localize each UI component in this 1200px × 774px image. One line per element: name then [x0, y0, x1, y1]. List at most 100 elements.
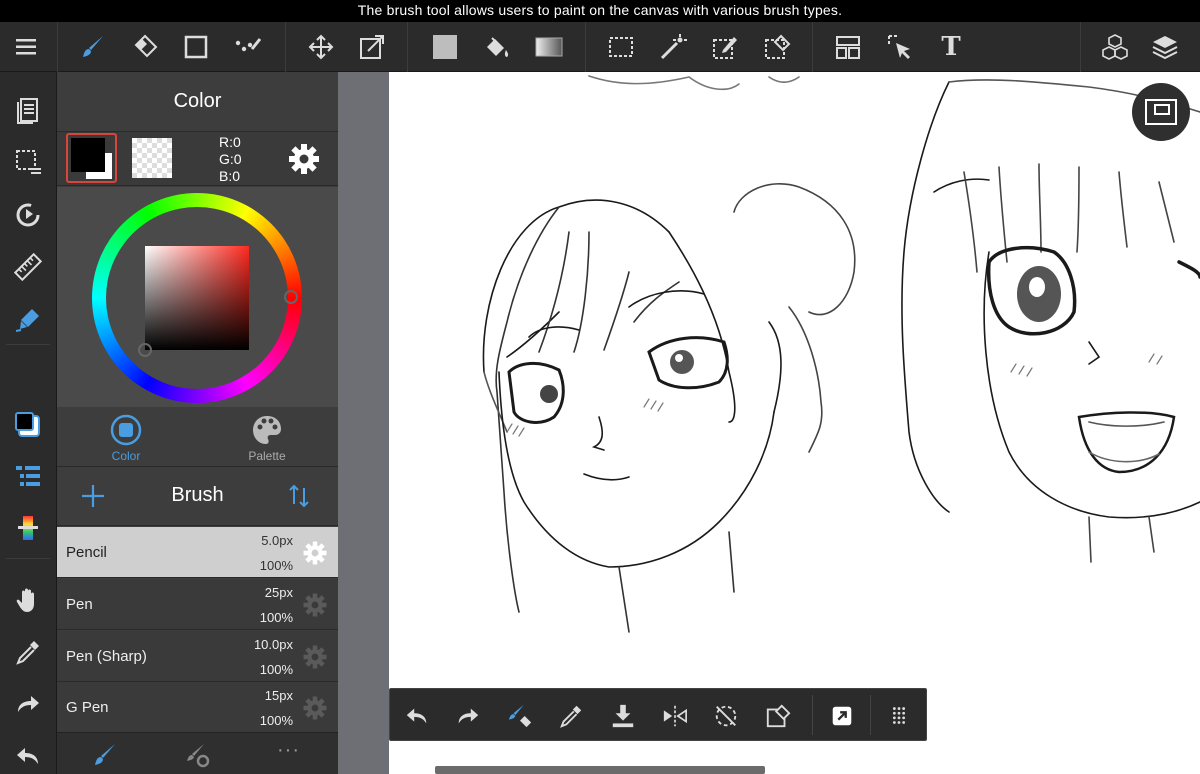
gradient-icon[interactable] [531, 29, 567, 65]
brush-opacity: 100% [259, 558, 293, 573]
horizontal-scrollbar[interactable] [435, 766, 765, 774]
fill-color-swatch[interactable] [427, 29, 463, 65]
brush-settings-gear-icon[interactable] [302, 644, 328, 670]
palette-icon [253, 416, 281, 444]
magic-wand-icon[interactable] [655, 29, 691, 65]
ruler-icon[interactable] [8, 247, 48, 287]
sketch-artwork [482, 75, 1200, 633]
hue-ring-handle[interactable] [284, 290, 298, 304]
brush-opacity: 100% [259, 610, 293, 625]
color-info-row: R:0 G:0 B:0 [57, 132, 338, 186]
brush-list-icon[interactable] [91, 741, 119, 769]
text-icon[interactable]: T [933, 29, 969, 65]
navigator-icon [1145, 99, 1177, 125]
toolbar-divider [407, 22, 408, 72]
brush-name: Pencil [66, 544, 107, 561]
layers-icon[interactable] [1147, 29, 1183, 65]
rotate-off-icon[interactable] [711, 701, 741, 731]
color-wheel-area [57, 187, 338, 407]
eyedropper-icon[interactable] [556, 701, 586, 731]
brush-size: 25px [264, 585, 293, 600]
brush-settings-gear-icon[interactable] [302, 695, 328, 721]
primary-color-swatch[interactable] [66, 133, 117, 183]
color-panel-title: Color [57, 72, 338, 132]
menu-icon[interactable] [8, 29, 44, 65]
rotate-icon[interactable] [8, 195, 48, 235]
undo-icon[interactable] [8, 736, 48, 774]
clear-selection-icon[interactable] [763, 701, 793, 731]
selection-icon[interactable] [8, 142, 48, 182]
brush-icon[interactable] [75, 29, 111, 65]
brush-opacity: 100% [259, 713, 293, 728]
color-tab-icon [110, 414, 142, 446]
transparent-color-swatch[interactable] [132, 138, 172, 178]
sv-square-handle[interactable] [138, 343, 152, 357]
transform-icon[interactable] [354, 29, 390, 65]
toolbar-divider [1080, 22, 1081, 72]
move-icon[interactable] [303, 29, 339, 65]
brush-item-pen-sharp[interactable]: Pen (Sharp) 10.0px 100% [57, 631, 338, 682]
undo-icon[interactable] [402, 701, 432, 731]
flip-horizontal-icon[interactable] [660, 701, 690, 731]
brush-size: 5.0px [261, 533, 293, 548]
pages-icon[interactable] [8, 90, 48, 130]
more-options-icon[interactable]: ··· [277, 739, 300, 762]
brush-settings-gear-icon[interactable] [302, 540, 328, 566]
brush-name: Pen (Sharp) [66, 648, 147, 665]
side-panel: Color R:0 G:0 B:0 Color Palette Brush Pe… [57, 72, 338, 774]
toolbar-divider [57, 22, 58, 72]
brush-name: G Pen [66, 699, 109, 716]
sidebar-divider [6, 558, 50, 559]
sort-brushes-icon[interactable] [287, 482, 311, 510]
redo-icon[interactable] [453, 701, 483, 731]
color-swatch-icon[interactable] [8, 405, 48, 445]
toolbar-divider [285, 22, 286, 72]
drawing-canvas[interactable] [389, 72, 1200, 774]
saturation-value-square[interactable] [145, 246, 249, 350]
app-root: The brush tool allows users to paint on … [0, 0, 1200, 774]
grid-menu-icon[interactable] [884, 701, 914, 731]
layout-icon[interactable] [830, 29, 866, 65]
select-pen-icon[interactable] [707, 29, 743, 65]
left-sidebar [0, 72, 57, 774]
navigator-toggle-button[interactable] [1132, 83, 1190, 141]
gradient-bar-icon[interactable] [8, 508, 48, 548]
toolbar-divider [812, 695, 813, 735]
brush-item-pen[interactable]: Pen 25px 100% [57, 579, 338, 630]
tab-palette[interactable]: Palette [222, 413, 312, 465]
save-download-icon[interactable] [608, 701, 638, 731]
brush-panel-header: Brush [57, 468, 338, 526]
caption-banner: The brush tool allows users to paint on … [0, 0, 1200, 22]
rectangle-shape-icon[interactable] [178, 29, 214, 65]
snap-icon[interactable] [827, 701, 857, 731]
brush-pen-icon[interactable] [8, 299, 48, 339]
brush-settings-icon[interactable] [184, 741, 212, 769]
brush-panel-footer: ··· [57, 732, 338, 774]
hand-icon[interactable] [8, 580, 48, 620]
sidebar-divider [6, 344, 50, 345]
quick-access-toolbar [389, 688, 927, 741]
tab-color-label: Color [111, 449, 141, 463]
text-tool-glyph: T [941, 32, 961, 62]
brush-eraser-toggle-icon[interactable] [505, 701, 535, 731]
toolbar-divider [585, 22, 586, 72]
brush-item-g-pen[interactable]: G Pen 15px 100% [57, 682, 338, 733]
eyedropper-icon[interactable] [8, 632, 48, 672]
list-icon[interactable] [8, 456, 48, 496]
top-toolbar: T [0, 22, 1200, 72]
eraser-icon[interactable] [127, 29, 163, 65]
select-arrow-icon[interactable] [882, 29, 918, 65]
panel-tabs: Color Palette [57, 407, 338, 467]
color-settings-gear-icon[interactable] [287, 142, 321, 176]
foreground-color-chip [71, 138, 105, 172]
tab-color[interactable]: Color [81, 413, 171, 465]
select-eraser-icon[interactable] [759, 29, 795, 65]
hue-ring[interactable] [92, 193, 302, 403]
brush-settings-gear-icon[interactable] [302, 592, 328, 618]
dotted-line-icon[interactable] [230, 29, 266, 65]
3d-cubes-icon[interactable] [1097, 29, 1133, 65]
select-rect-icon[interactable] [603, 29, 639, 65]
redo-icon[interactable] [8, 684, 48, 724]
brush-item-pencil[interactable]: Pencil 5.0px 100% [57, 527, 338, 578]
bucket-icon[interactable] [479, 29, 515, 65]
